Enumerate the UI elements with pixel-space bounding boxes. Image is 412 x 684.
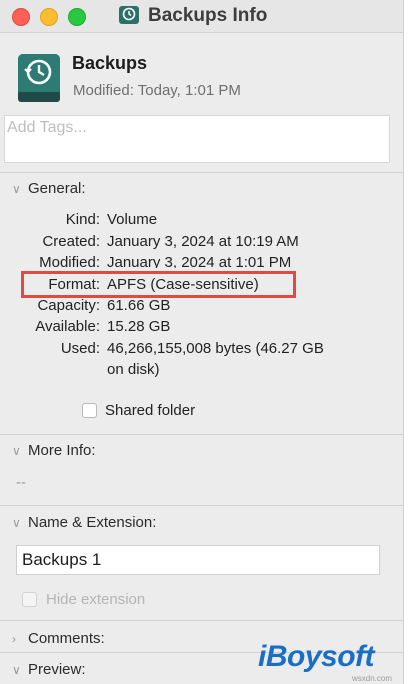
capacity-label: Capacity:: [37, 297, 100, 314]
volume-modified: Modified: Today, 1:01 PM: [73, 82, 241, 99]
section-more-info[interactable]: ∨ More Info:: [12, 442, 96, 459]
section-name-extension[interactable]: ∨ Name & Extension:: [12, 514, 156, 531]
section-more-info-label: More Info:: [28, 442, 96, 459]
title-bar: Backups Info: [0, 0, 403, 33]
tags-input[interactable]: [5, 116, 379, 140]
kind-value: Volume: [107, 211, 158, 228]
used-label: Used:: [60, 340, 100, 357]
available-label: Available:: [35, 318, 100, 335]
divider: [0, 434, 403, 435]
zoom-button[interactable]: [68, 8, 86, 26]
more-info-value: --: [16, 474, 26, 491]
format-label: Format:: [48, 276, 100, 293]
time-machine-drive-icon: [119, 6, 139, 24]
section-comments[interactable]: › Comments:: [12, 630, 105, 647]
watermark-logo: iBoysoft: [258, 640, 375, 673]
chevron-down-icon: ∨: [12, 663, 21, 677]
section-comments-label: Comments:: [28, 630, 105, 647]
hide-extension-checkbox[interactable]: [22, 592, 37, 607]
close-button[interactable]: [12, 8, 30, 26]
section-name-extension-label: Name & Extension:: [28, 514, 157, 531]
info-window: Backups Info Backups Modified: Today, 1:…: [0, 0, 404, 684]
minimize-button[interactable]: [40, 8, 58, 26]
volume-name: Backups: [72, 53, 148, 73]
capacity-value: 61.66 GB: [107, 297, 171, 314]
available-value: 15.28 GB: [107, 318, 171, 335]
modified-value: January 3, 2024 at 1:01 PM: [107, 254, 292, 268]
chevron-down-icon: ∨: [12, 182, 21, 196]
divider: [0, 505, 403, 506]
kind-label: Kind:: [65, 211, 100, 228]
created-label: Created:: [42, 233, 100, 250]
section-preview[interactable]: ∨ Preview:: [12, 661, 86, 678]
used-value-continued: on disk): [107, 361, 160, 378]
divider: [0, 172, 403, 173]
shared-folder-label: Shared folder: [105, 402, 196, 419]
time-machine-drive-icon: [18, 54, 60, 102]
tags-field[interactable]: [4, 115, 390, 163]
window-title: Backups Info: [148, 5, 268, 26]
chevron-down-icon: ∨: [12, 516, 21, 530]
section-general[interactable]: ∨ General:: [12, 180, 86, 197]
created-value: January 3, 2024 at 10:19 AM: [107, 233, 299, 250]
info-row-modified: Modified: January 3, 2024 at 1:01 PM: [0, 254, 400, 268]
divider: [0, 620, 403, 621]
chevron-right-icon: ›: [12, 632, 16, 646]
used-value: 46,266,155,008 bytes (46.27 GB: [107, 340, 324, 357]
chevron-down-icon: ∨: [12, 444, 21, 458]
name-field[interactable]: [16, 545, 380, 575]
shared-folder-checkbox[interactable]: [82, 403, 97, 418]
name-input[interactable]: [17, 546, 377, 574]
hide-extension-label: Hide extension: [46, 591, 146, 608]
modified-label: Modified:: [39, 254, 100, 268]
section-general-label: General:: [28, 180, 86, 197]
watermark-site: wsxdn.com: [352, 674, 393, 683]
format-value: APFS (Case-sensitive): [107, 276, 259, 293]
section-preview-label: Preview:: [28, 661, 86, 678]
